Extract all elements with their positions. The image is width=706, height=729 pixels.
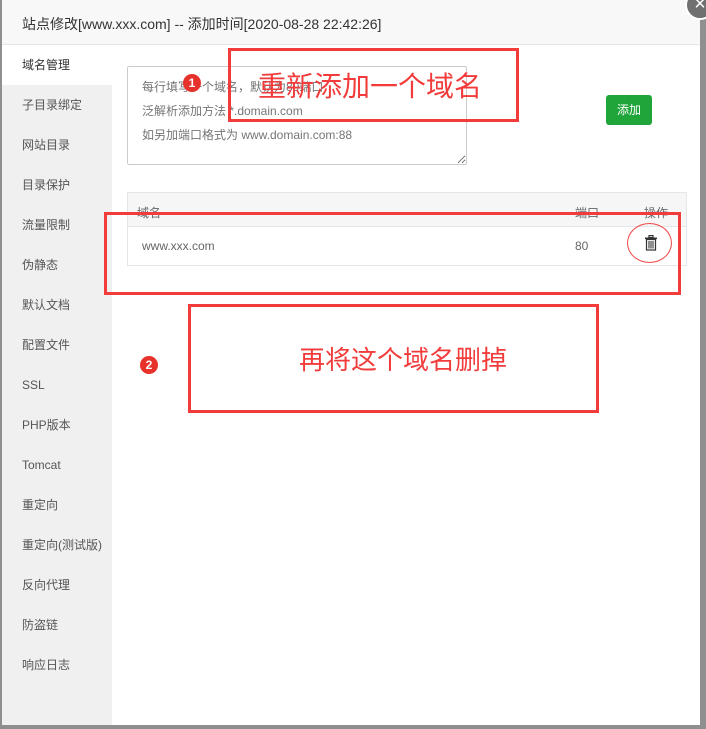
sidebar-item-subdirectory-binding[interactable]: 子目录绑定 — [2, 85, 112, 125]
sidebar-item-config-file[interactable]: 配置文件 — [2, 325, 112, 365]
sidebar-item-response-log[interactable]: 响应日志 — [2, 645, 112, 685]
sidebar-item-site-directory[interactable]: 网站目录 — [2, 125, 112, 165]
dialog-title: 站点修改[www.xxx.com] -- 添加时间[2020-08-28 22:… — [22, 16, 382, 32]
annotation-text-step2: 再将这个域名删掉 — [299, 345, 508, 375]
annotation-text-step1: 重新添加一个域名 — [258, 71, 483, 102]
sidebar-item-reverse-proxy[interactable]: 反向代理 — [2, 565, 112, 605]
sidebar-item-redirect-beta[interactable]: 重定向(测试版) — [2, 525, 112, 565]
sidebar-item-traffic-limit[interactable]: 流量限制 — [2, 205, 112, 245]
annotation-circle-delete — [627, 223, 672, 263]
sidebar-item-redirect[interactable]: 重定向 — [2, 485, 112, 525]
sidebar-item-ssl[interactable]: SSL — [2, 365, 112, 405]
add-domain-button[interactable]: 添加 — [606, 95, 652, 125]
sidebar-item-rewrite[interactable]: 伪静态 — [2, 245, 112, 285]
sidebar: 域名管理 子目录绑定 网站目录 目录保护 流量限制 伪静态 默认文档 配置文件 … — [2, 45, 112, 725]
annotation-badge-step2: 2 — [140, 356, 158, 374]
sidebar-item-hotlink-protection[interactable]: 防盗链 — [2, 605, 112, 645]
sidebar-item-tomcat[interactable]: Tomcat — [2, 445, 112, 485]
sidebar-item-php-version[interactable]: PHP版本 — [2, 405, 112, 445]
sidebar-item-default-document[interactable]: 默认文档 — [2, 285, 112, 325]
annotation-badge-step1: 1 — [183, 74, 201, 92]
annotation-box-delete-row — [104, 212, 681, 295]
sidebar-item-domain-management[interactable]: 域名管理 — [2, 45, 112, 85]
sidebar-item-directory-protection[interactable]: 目录保护 — [2, 165, 112, 205]
dialog-titlebar: 站点修改[www.xxx.com] -- 添加时间[2020-08-28 22:… — [2, 0, 700, 45]
close-icon: × — [694, 0, 706, 15]
